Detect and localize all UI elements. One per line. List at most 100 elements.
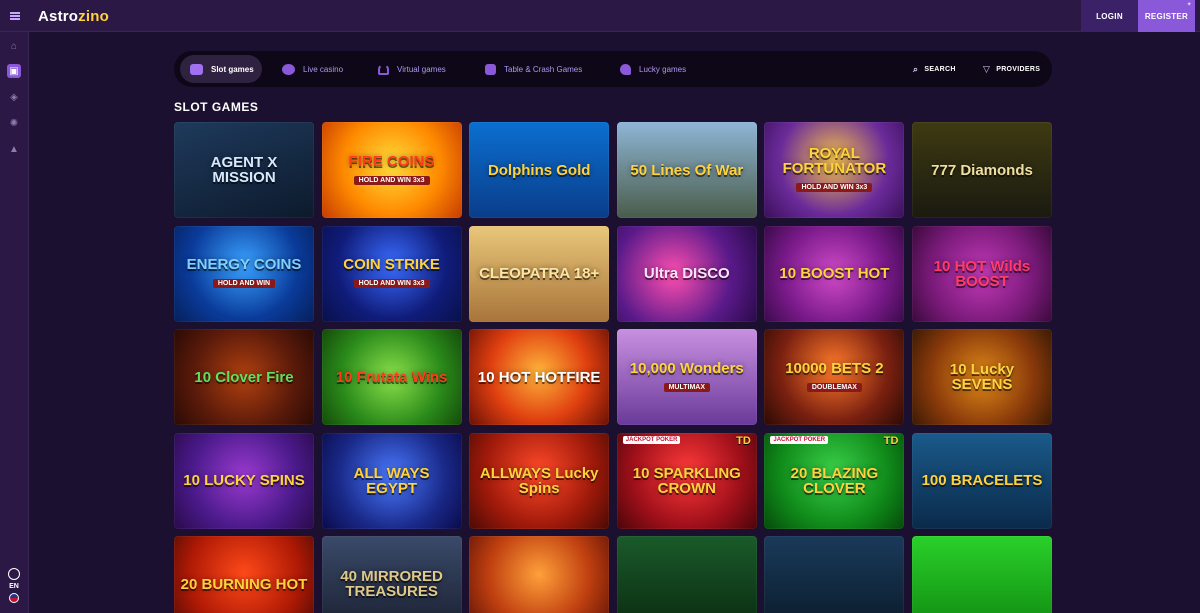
game-tile[interactable]: Ultra DISCO <box>616 225 757 322</box>
td-badge: TD <box>883 434 899 447</box>
game-name: ALL WAYS EGYPT <box>353 464 430 497</box>
game-label: 10 HOT Wilds BOOST <box>912 259 1052 289</box>
game-label: 10 Lucky SEVENS <box>912 362 1052 392</box>
register-button[interactable]: REGISTER <box>1138 0 1195 32</box>
slots-icon[interactable]: ▣ <box>7 64 21 78</box>
game-tile[interactable]: 10 BOOST HOT <box>764 225 905 322</box>
providers-button[interactable]: ▽ PROVIDERS <box>983 55 1040 83</box>
clover-icon <box>620 63 631 75</box>
game-tile[interactable]: 10 LUCKY SPINS <box>174 432 314 529</box>
game-label: COIN STRIKE HOLD AND WIN 3x3 <box>337 257 446 290</box>
game-subtitle: HOLD AND WIN 3x3 <box>796 183 873 192</box>
globe-icon <box>8 568 20 580</box>
game-name: FIRE COINS <box>348 152 435 170</box>
game-tile[interactable]: 100 BRACELETS <box>912 432 1052 529</box>
game-tile[interactable]: 10 HOT HOTFIRE <box>469 329 610 425</box>
game-tile[interactable]: 10,000 Wonders MULTIMAX <box>616 329 757 425</box>
game-tile[interactable]: COIN STRIKE HOLD AND WIN 3x3 <box>321 225 462 322</box>
game-name: COIN STRIKE <box>343 256 440 273</box>
game-name: AGENT X MISSION <box>210 154 278 186</box>
game-tile[interactable]: 10 HOT Wilds BOOST <box>912 225 1052 322</box>
game-label: 100 BRACELETS <box>916 473 1049 488</box>
tab-live-casino[interactable]: Live casino <box>282 55 343 83</box>
game-subtitle: HOLD AND WIN 3x3 <box>353 279 430 288</box>
game-name: 10,000 Wonders <box>629 359 744 377</box>
game-tile[interactable]: 10000 BETS 2 DOUBLEMAX <box>764 329 905 425</box>
sidebar: ⌂ ▣ ◈ ✺ ▲ EN <box>0 32 29 613</box>
game-tile[interactable]: 40 MIRRORED TREASURES <box>321 536 462 613</box>
game-tile[interactable]: ALLWAYS Lucky Spins <box>469 432 610 529</box>
game-subtitle: MULTIMAX <box>663 382 710 392</box>
game-tile[interactable]: CLEOPATRA 18+ <box>469 225 610 322</box>
game-name: 20 BURNING HOT <box>180 575 308 593</box>
game-subtitle: HOLD AND WIN <box>212 279 276 288</box>
game-label: AGENT X MISSION <box>174 155 314 185</box>
game-name: Dolphins Gold <box>487 161 591 179</box>
promotions-icon[interactable]: ▲ <box>7 142 21 156</box>
game-name: ROYAL FORTUNATOR <box>782 145 887 177</box>
dice-icon <box>485 63 496 75</box>
game-tile[interactable] <box>616 536 757 613</box>
game-tile[interactable]: 20 BURNING HOT <box>174 536 314 613</box>
tab-virtual-games[interactable]: Virtual games <box>378 55 446 83</box>
game-name: ALLWAYS Lucky Spins <box>479 464 599 497</box>
game-tile[interactable]: 10 Lucky SEVENS <box>912 329 1052 425</box>
home-icon[interactable]: ⌂ <box>7 39 21 53</box>
game-label: 20 BLAZING CLOVER <box>764 466 904 496</box>
tab-slot-games[interactable]: Slot games <box>180 55 262 83</box>
game-label: ENERGY COINS HOLD AND WIN <box>181 257 308 290</box>
login-button[interactable]: LOGIN <box>1081 0 1138 32</box>
section-title: SLOT GAMES <box>174 100 259 114</box>
game-tile[interactable]: 10 Clover Fire <box>174 329 314 425</box>
game-label: 10000 BETS 2 DOUBLEMAX <box>779 361 889 394</box>
game-tile[interactable] <box>469 536 610 613</box>
game-tile[interactable]: Dolphins Gold <box>469 122 610 218</box>
game-name: 10 Frutata Wins <box>335 368 448 386</box>
settings-icon[interactable]: ✺ <box>7 116 21 130</box>
logo[interactable]: Astrozino <box>38 8 109 25</box>
game-tile[interactable]: FIRE COINS HOLD AND WIN 3x3 <box>321 122 462 218</box>
game-name: 10 Clover Fire <box>194 368 294 386</box>
game-tile[interactable]: 50 Lines Of War <box>616 122 757 218</box>
game-tile[interactable]: JACKPOT POKER TD 20 BLAZING CLOVER <box>764 432 905 529</box>
horseshoe-icon <box>378 63 389 75</box>
game-name: 10000 BETS 2 <box>785 359 884 377</box>
slot-machine-icon <box>190 63 203 75</box>
game-label: 10 SPARKLING CROWN <box>617 466 757 496</box>
game-label: 10 HOT HOTFIRE <box>472 370 607 385</box>
game-name: Ultra DISCO <box>643 265 730 282</box>
game-name: 10 HOT HOTFIRE <box>477 368 601 386</box>
game-tile[interactable]: AGENT X MISSION <box>174 122 314 218</box>
game-tile[interactable]: ROYAL FORTUNATOR HOLD AND WIN 3x3 <box>764 122 905 218</box>
game-name: ENERGY COINS <box>186 256 302 273</box>
search-button[interactable]: ⌕ SEARCH <box>913 55 956 83</box>
game-subtitle: DOUBLEMAX <box>806 382 862 392</box>
game-tile[interactable]: ALL WAYS EGYPT <box>321 432 462 529</box>
game-label: 20 BURNING HOT <box>175 577 314 592</box>
game-tile[interactable]: JACKPOT POKER TD 10 SPARKLING CROWN <box>616 432 757 529</box>
game-label: 50 Lines Of War <box>624 163 749 178</box>
game-tile[interactable]: 10 Frutata Wins <box>321 329 462 425</box>
game-tile[interactable]: 777 Diamonds <box>912 122 1052 218</box>
sports-icon[interactable]: ◈ <box>7 90 21 104</box>
game-tile[interactable] <box>912 536 1052 613</box>
tab-lucky-games[interactable]: Lucky games <box>620 55 686 83</box>
category-bar: Slot games Live casino Virtual games Tab… <box>174 51 1052 87</box>
game-label: Ultra DISCO <box>638 266 736 281</box>
game-tile[interactable] <box>764 536 905 613</box>
hamburger-icon[interactable] <box>0 0 29 32</box>
game-label: ALLWAYS Lucky Spins <box>469 466 609 496</box>
language-selector[interactable]: EN <box>6 568 22 608</box>
game-label: 10 Clover Fire <box>188 370 299 385</box>
jackpot-badge: JACKPOT POKER <box>622 435 681 444</box>
tab-table-crash-games[interactable]: Table & Crash Games <box>485 55 582 83</box>
game-tile[interactable]: ENERGY COINS HOLD AND WIN <box>174 225 314 322</box>
game-name: 20 BLAZING CLOVER <box>790 464 879 497</box>
game-name: 40 MIRRORED TREASURES <box>340 568 443 600</box>
game-label: ROYAL FORTUNATOR HOLD AND WIN 3x3 <box>764 146 904 194</box>
game-name: 10 Lucky SEVENS <box>949 361 1015 393</box>
game-name: CLEOPATRA 18+ <box>479 265 600 282</box>
game-name: 777 Diamonds <box>931 161 1033 179</box>
game-label: 10 BOOST HOT <box>773 266 895 281</box>
game-label: 777 Diamonds <box>925 163 1039 178</box>
